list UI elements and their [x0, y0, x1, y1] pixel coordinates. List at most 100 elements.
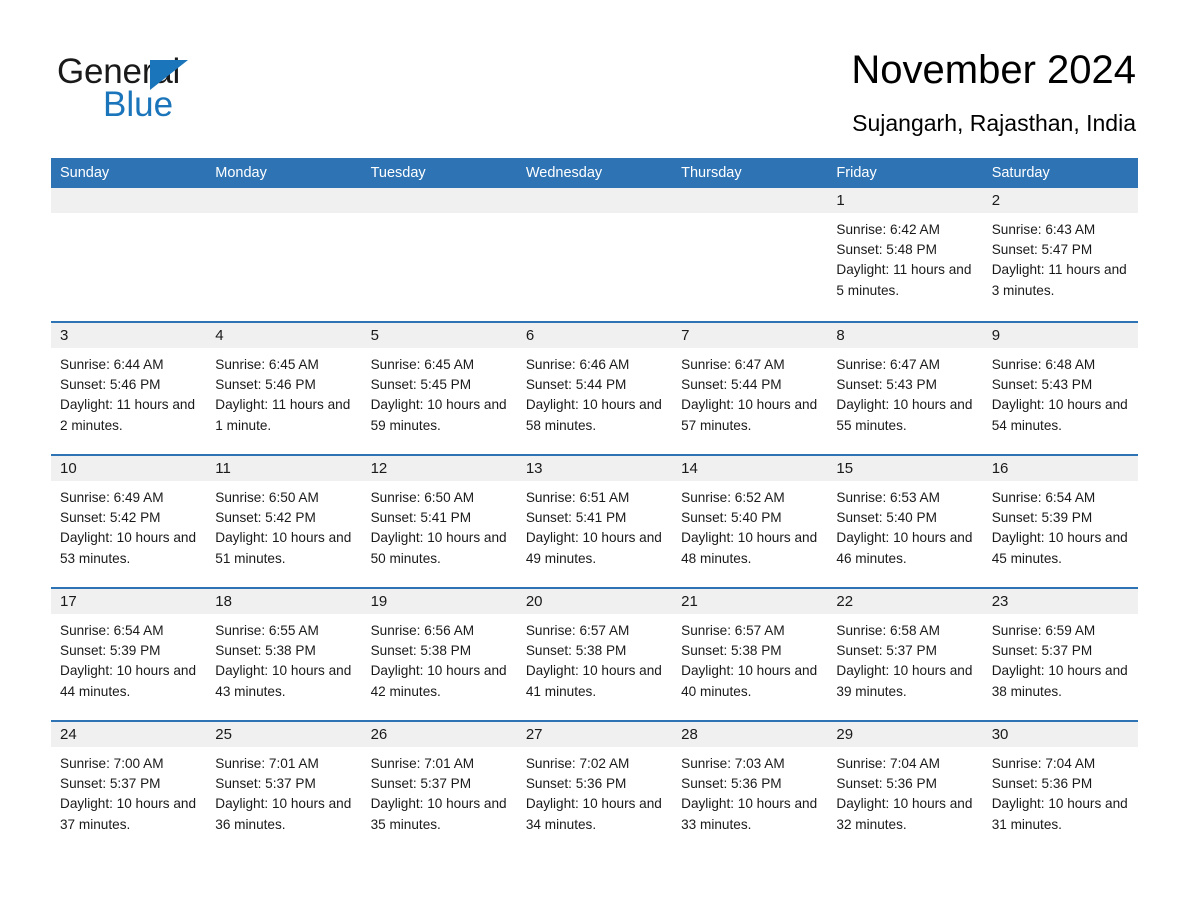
sunset-text: Sunset: 5:44 PM [525, 377, 627, 393]
calendar-day-cell[interactable]: 1 Sunrise: 6:42 AM Sunset: 5:48 PM Daylight… [827, 188, 983, 321]
sunrise-text: Sunrise: 6:53 AM [836, 490, 940, 505]
general-blue-logo[interactable]: General Blue [57, 52, 257, 124]
title-block: November 2024 Sujangarh, Rajasthan, Indi… [851, 46, 1136, 138]
day-number-band: 15 [827, 456, 983, 481]
day-number: 5 [370, 327, 379, 344]
sunset-text: Sunset: 5:36 PM [836, 776, 937, 792]
day-number-band: 13 [516, 456, 673, 481]
calendar-day-cell-empty [672, 188, 828, 321]
daylight-text: Daylight: 10 hours and 38 minutes. [991, 663, 1128, 699]
calendar-day-cell[interactable]: 21 Sunrise: 6:57 AM Sunset: 5:38 PM Dayligh… [672, 589, 828, 720]
calendar-day-cell[interactable]: 11 Sunrise: 6:50 AM Sunset: 5:42 PM Dayligh… [206, 456, 362, 587]
calendar-day-cell[interactable]: 8 Sunrise: 6:47 AM Sunset: 5:43 PM Daylight… [827, 323, 983, 454]
day-number-band: 24 [51, 722, 207, 747]
calendar-day-cell-empty [51, 188, 207, 321]
day-number: 23 [991, 593, 1009, 610]
daylight-text: Daylight: 10 hours and 35 minutes. [370, 796, 507, 832]
sunrise-text: Sunrise: 6:45 AM [370, 357, 475, 372]
calendar-day-cell[interactable]: 3 Sunrise: 6:44 AM Sunset: 5:46 PM Daylight… [51, 323, 207, 454]
day-number: 13 [525, 460, 543, 477]
daylight-text: Daylight: 11 hours and 1 minute. [215, 397, 351, 433]
sunset-text: Sunset: 5:41 PM [370, 510, 472, 526]
calendar-day-cell[interactable]: 4 Sunrise: 6:45 AM Sunset: 5:46 PM Daylight… [206, 323, 362, 454]
weekday-header-saturday: Saturday [991, 165, 1050, 181]
daylight-text: Daylight: 10 hours and 41 minutes. [525, 663, 662, 699]
sunrise-text: Sunrise: 6:56 AM [370, 623, 475, 638]
calendar-day-cell[interactable]: 14 Sunrise: 6:52 AM Sunset: 5:40 PM Dayligh… [672, 456, 828, 587]
calendar-day-cell[interactable]: 15 Sunrise: 6:53 AM Sunset: 5:40 PM Dayligh… [827, 456, 983, 587]
daylight-text: Daylight: 10 hours and 49 minutes. [525, 530, 662, 566]
daylight-text: Daylight: 10 hours and 45 minutes. [991, 530, 1128, 566]
calendar-day-cell[interactable]: 17 Sunrise: 6:54 AM Sunset: 5:39 PM Dayligh… [51, 589, 207, 720]
calendar-day-cell[interactable]: 25 Sunrise: 7:01 AM Sunset: 5:37 PM Dayligh… [206, 722, 362, 853]
day-number-band: 20 [516, 589, 673, 614]
day-info: Sunrise: 6:55 AM Sunset: 5:38 PM Daylight:… [206, 614, 361, 702]
calendar-day-cell[interactable]: 10 Sunrise: 6:49 AM Sunset: 5:42 PM Dayligh… [51, 456, 207, 587]
day-info: Sunrise: 6:49 AM Sunset: 5:42 PM Daylight:… [51, 481, 206, 569]
day-number: 27 [525, 726, 543, 743]
sunset-text: Sunset: 5:46 PM [60, 377, 161, 393]
day-number-band [516, 188, 673, 213]
calendar-day-cell[interactable]: 13 Sunrise: 6:51 AM Sunset: 5:41 PM Dayligh… [516, 456, 673, 587]
day-number: 24 [60, 726, 77, 743]
daylight-text: Daylight: 10 hours and 44 minutes. [60, 663, 197, 699]
weekday-header-monday: Monday [215, 165, 267, 181]
day-number: 17 [60, 593, 77, 610]
sunset-text: Sunset: 5:36 PM [525, 776, 627, 792]
calendar-page: General Blue November 2024 Sujangarh, Ra… [0, 0, 1188, 918]
sunset-text: Sunset: 5:36 PM [681, 776, 782, 792]
page-header: General Blue November 2024 Sujangarh, Ra… [0, 0, 1188, 155]
calendar-day-cell[interactable]: 20 Sunrise: 6:57 AM Sunset: 5:38 PM Dayligh… [516, 589, 673, 720]
sunset-text: Sunset: 5:46 PM [215, 377, 316, 393]
sunset-text: Sunset: 5:42 PM [215, 510, 316, 526]
calendar-day-cell[interactable]: 12 Sunrise: 6:50 AM Sunset: 5:41 PM Dayligh… [361, 456, 517, 587]
calendar-day-cell[interactable]: 5 Sunrise: 6:45 AM Sunset: 5:45 PM Daylight… [361, 323, 517, 454]
day-info: Sunrise: 6:51 AM Sunset: 5:41 PM Daylight:… [517, 481, 672, 569]
daylight-text: Daylight: 10 hours and 51 minutes. [215, 530, 352, 566]
day-info: Sunrise: 7:00 AM Sunset: 5:37 PM Daylight:… [51, 747, 206, 835]
weekday-header-sunday: Sunday [60, 165, 110, 181]
daylight-text: Daylight: 10 hours and 39 minutes. [836, 663, 973, 699]
daylight-text: Daylight: 10 hours and 57 minutes. [681, 397, 818, 433]
day-number: 25 [215, 726, 232, 743]
sunrise-text: Sunrise: 6:59 AM [991, 623, 1096, 638]
day-number: 15 [836, 460, 854, 477]
day-number: 29 [836, 726, 854, 743]
calendar-day-cell[interactable]: 27 Sunrise: 7:02 AM Sunset: 5:36 PM Dayligh… [516, 722, 673, 853]
calendar-day-cell[interactable]: 26 Sunrise: 7:01 AM Sunset: 5:37 PM Dayligh… [361, 722, 517, 853]
sunrise-text: Sunrise: 6:45 AM [215, 357, 319, 372]
day-number-band: 2 [982, 188, 1138, 213]
calendar-day-cell-empty [206, 188, 362, 321]
sunset-text: Sunset: 5:43 PM [836, 377, 937, 393]
day-number: 6 [525, 327, 535, 344]
calendar-day-cell[interactable]: 18 Sunrise: 6:55 AM Sunset: 5:38 PM Dayligh… [206, 589, 362, 720]
calendar-day-cell[interactable]: 2 Sunrise: 6:43 AM Sunset: 5:47 PM Daylight… [982, 188, 1138, 321]
calendar-day-cell[interactable]: 28 Sunrise: 7:03 AM Sunset: 5:36 PM Dayligh… [672, 722, 828, 853]
calendar-day-cell[interactable]: 24 Sunrise: 7:00 AM Sunset: 5:37 PM Dayligh… [51, 722, 207, 853]
calendar-day-cell[interactable]: 7 Sunrise: 6:47 AM Sunset: 5:44 PM Daylight… [672, 323, 828, 454]
sunrise-text: Sunrise: 6:47 AM [681, 357, 785, 372]
sunrise-text: Sunrise: 7:00 AM [60, 756, 164, 771]
calendar-day-cell[interactable]: 30 Sunrise: 7:04 AM Sunset: 5:36 PM Dayligh… [982, 722, 1138, 853]
daylight-text: Daylight: 10 hours and 55 minutes. [836, 397, 973, 433]
calendar-day-cell[interactable]: 16 Sunrise: 6:54 AM Sunset: 5:39 PM Dayligh… [982, 456, 1138, 587]
calendar-day-cell[interactable]: 9 Sunrise: 6:48 AM Sunset: 5:43 PM Daylight… [982, 323, 1138, 454]
calendar-day-cell[interactable]: 19 Sunrise: 6:56 AM Sunset: 5:38 PM Dayligh… [361, 589, 517, 720]
calendar-day-cell[interactable]: 23 Sunrise: 6:59 AM Sunset: 5:37 PM Dayligh… [982, 589, 1138, 720]
day-number: 19 [370, 593, 388, 610]
page-title: November 2024 [851, 48, 1136, 92]
sunrise-text: Sunrise: 6:43 AM [991, 222, 1096, 237]
day-number: 10 [60, 460, 77, 477]
daylight-text: Daylight: 11 hours and 2 minutes. [60, 397, 196, 433]
day-info: Sunrise: 6:50 AM Sunset: 5:41 PM Daylight:… [362, 481, 517, 569]
day-number: 22 [836, 593, 854, 610]
day-number: 30 [991, 726, 1009, 743]
day-info: Sunrise: 7:04 AM Sunset: 5:36 PM Daylight:… [983, 747, 1138, 835]
calendar-day-cell[interactable]: 29 Sunrise: 7:04 AM Sunset: 5:36 PM Dayligh… [827, 722, 983, 853]
day-number-band [672, 188, 828, 213]
sunset-text: Sunset: 5:37 PM [370, 776, 472, 792]
sunrise-text: Sunrise: 6:55 AM [215, 623, 319, 638]
calendar-day-cell[interactable]: 22 Sunrise: 6:58 AM Sunset: 5:37 PM Dayligh… [827, 589, 983, 720]
calendar-day-cell[interactable]: 6 Sunrise: 6:46 AM Sunset: 5:44 PM Daylight… [516, 323, 673, 454]
sunset-text: Sunset: 5:37 PM [215, 776, 316, 792]
